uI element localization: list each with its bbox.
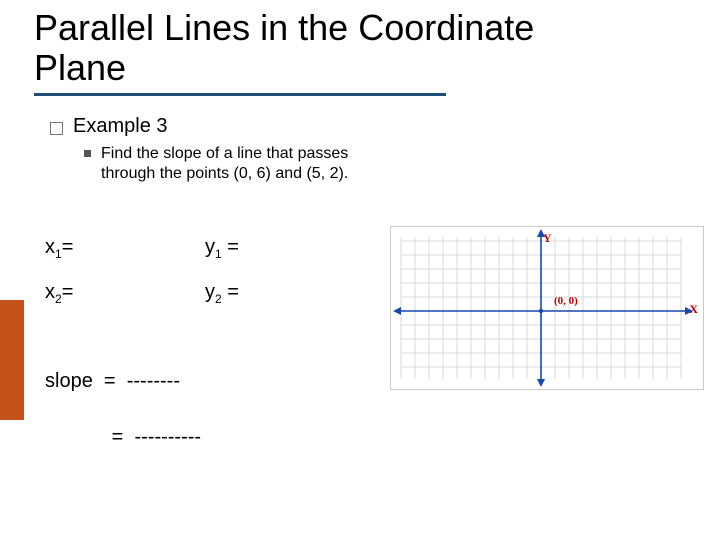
y1-cell: y1 = xyxy=(205,236,365,259)
title-underline xyxy=(34,93,446,96)
slide: Parallel Lines in the Coordinate Plane E… xyxy=(0,0,720,540)
bullet-solid-icon xyxy=(84,150,91,157)
slide-title: Parallel Lines in the Coordinate Plane xyxy=(34,8,534,88)
var-row-1: x1= y1 = xyxy=(45,236,375,259)
var-row-2: x2= y2 = xyxy=(45,281,375,304)
y2-eq: = xyxy=(227,281,239,303)
x1-var: x xyxy=(45,236,55,258)
x1-cell: x1= xyxy=(45,236,205,259)
grid xyxy=(391,227,703,389)
y2-var: y xyxy=(205,281,215,303)
slope-line-2: = ---------- xyxy=(45,422,201,452)
slope-block: slope = -------- = ---------- xyxy=(45,366,201,478)
graph-svg xyxy=(391,227,703,389)
title-line-1: Parallel Lines in the Coordinate xyxy=(34,8,534,48)
y1-sub: 1 xyxy=(215,247,222,261)
slope-line-1: slope = -------- xyxy=(45,366,201,396)
y1-eq: = xyxy=(227,236,239,258)
y-axis-label: Y xyxy=(543,231,552,246)
x2-sub: 2 xyxy=(55,292,62,306)
title-line-2: Plane xyxy=(34,48,534,88)
example-heading-row: Example 3 xyxy=(50,115,370,138)
coordinate-graph: Y X (0, 0) xyxy=(390,226,704,390)
example-sub-row: Find the slope of a line that passes thr… xyxy=(84,144,370,184)
variables-block: x1= y1 = x2= y2 = xyxy=(45,236,375,326)
x2-cell: x2= xyxy=(45,281,205,304)
bullet-open-icon xyxy=(50,122,63,135)
y2-cell: y2 = xyxy=(205,281,365,304)
example-text: Find the slope of a line that passes thr… xyxy=(101,144,361,184)
x1-eq: = xyxy=(62,236,74,258)
origin-label: (0, 0) xyxy=(554,295,578,307)
x2-var: x xyxy=(45,281,55,303)
y1-var: y xyxy=(205,236,215,258)
content-block: Example 3 Find the slope of a line that … xyxy=(50,115,370,184)
x1-sub: 1 xyxy=(55,247,62,261)
example-heading: Example 3 xyxy=(73,115,168,138)
x2-eq: = xyxy=(62,281,74,303)
accent-bar xyxy=(0,300,24,420)
x-axis-label: X xyxy=(689,302,698,317)
y2-sub: 2 xyxy=(215,292,222,306)
